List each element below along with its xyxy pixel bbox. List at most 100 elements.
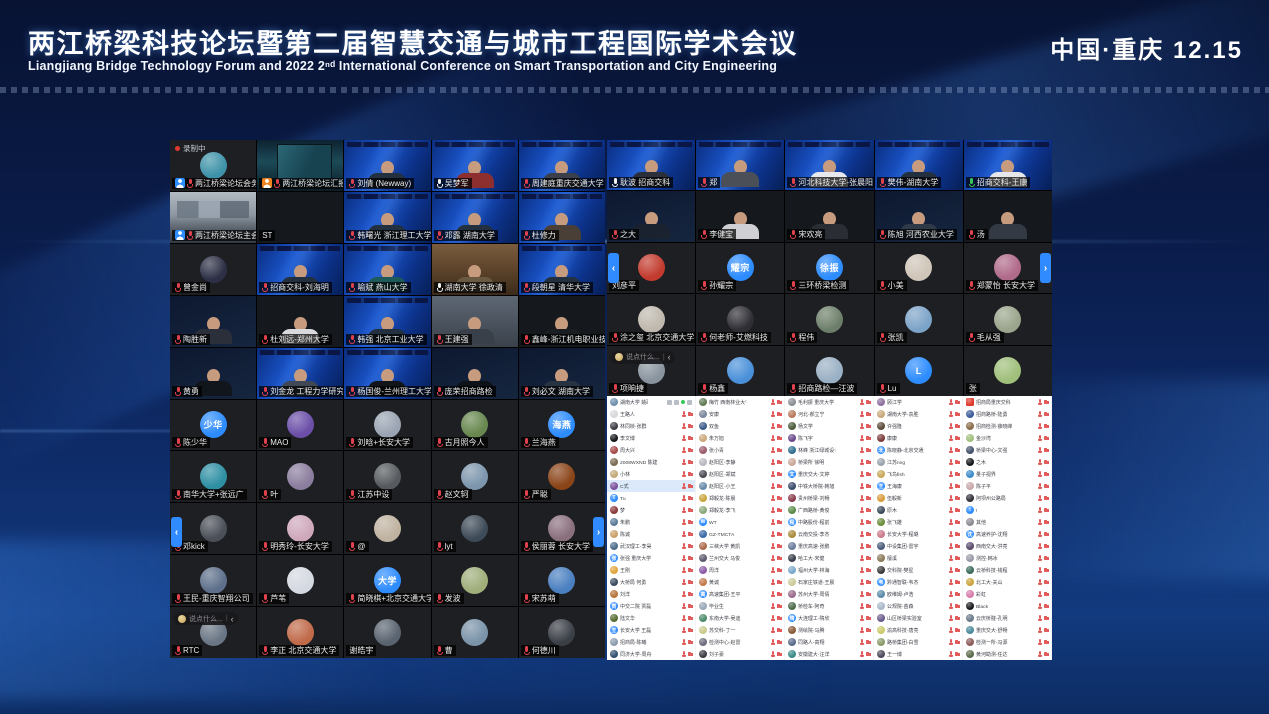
participant-tile[interactable]: 发波 — [432, 555, 518, 606]
collapse-chat-icon[interactable]: ‹ — [668, 352, 671, 362]
participant-tile[interactable]: 喻斌 燕山大学 — [344, 244, 430, 295]
participant-tile[interactable]: 刘彦平 — [607, 243, 695, 293]
participant-list-row[interactable]: 测控-韩冰 — [963, 552, 1051, 564]
participant-list-row[interactable]: 林峰 浙江绿城设计院 — [785, 444, 873, 456]
participant-list-row[interactable]: 周大兴 — [607, 444, 695, 456]
participant-list-row[interactable]: 哈工大-宋健 — [785, 552, 873, 564]
participant-tile[interactable]: 李正 北京交通大学 — [257, 607, 343, 658]
participant-list-row[interactable]: 渝高科技-唐亮 — [874, 624, 962, 636]
participant-list-row[interactable]: 贾中交二院 贾磊 — [607, 600, 695, 612]
participant-tile[interactable]: 段朝星 清华大学 — [519, 244, 605, 295]
participant-tile[interactable]: 程伟 — [785, 294, 873, 344]
participant-tile[interactable]: 何老师-艾燃科技 — [696, 294, 784, 344]
participant-list-row[interactable]: 之木 — [963, 456, 1051, 468]
participant-list-row[interactable]: 湖南大学-袁胜 — [874, 408, 962, 420]
participant-list-row[interactable]: 梦 — [607, 504, 695, 516]
participant-tile[interactable]: 刘倩 (Newway) — [344, 140, 430, 191]
participant-tile[interactable]: MAO — [257, 400, 343, 451]
participant-list-row[interactable]: 韦黔通智联-韦杰 — [874, 576, 962, 588]
participant-list-row[interactable]: 长安大学-程璐 — [874, 528, 962, 540]
participant-tile[interactable]: 赵文轲 — [432, 451, 518, 502]
participant-tile[interactable]: 何德川 — [519, 607, 605, 658]
participant-list-row[interactable]: 刘洋 — [607, 588, 695, 600]
participant-list-row[interactable]: 黄诚 — [696, 576, 784, 588]
participant-tile[interactable]: 严聪 — [519, 451, 605, 502]
participant-tile[interactable]: 郑蒙怡 长安大学 — [964, 243, 1052, 293]
participant-tile[interactable]: 小美 — [875, 243, 963, 293]
participant-tile[interactable]: 江苏中设 — [344, 451, 430, 502]
participant-list-row[interactable]: 顾江学 — [874, 396, 962, 408]
participant-list-row[interactable]: 招商路桥-陆勇 — [963, 408, 1051, 420]
participant-tile[interactable]: LLu — [875, 346, 963, 396]
prev-page-button[interactable]: ‹ — [171, 517, 182, 547]
participant-tile[interactable]: 耀宗孙耀宗 — [696, 243, 784, 293]
participant-list-row[interactable]: 伍毅新 — [874, 492, 962, 504]
participant-tile[interactable]: 王建强 — [432, 296, 518, 347]
participant-tile[interactable]: 黄勇 — [170, 348, 256, 399]
participant-tile[interactable]: 樊伟-湖南大学 — [875, 140, 963, 190]
participant-list-row[interactable]: 云南交投-李杰 — [785, 528, 873, 540]
participant-list-row[interactable]: 张小青 — [696, 444, 784, 456]
participant-list-row[interactable]: 小林 — [607, 468, 695, 480]
participant-list-row[interactable]: 沈高速养护-沈翔 — [963, 528, 1051, 540]
participant-list-row[interactable]: 江苏nng — [874, 456, 962, 468]
participant-tile[interactable]: 河北科技大学-张晨阳 — [785, 140, 873, 190]
participant-list-row[interactable]: 湖南大学 姚政清 — [607, 396, 695, 408]
participant-list-row[interactable]: 李文博 — [607, 432, 695, 444]
participant-list-row[interactable]: 北陈晓静-北京交通大学 — [874, 444, 962, 456]
participant-list-row[interactable]: 西南交大-洪亮 — [963, 540, 1051, 552]
participant-list-row[interactable]: 量子视界 — [963, 468, 1051, 480]
participant-tile[interactable]: 邓露 湖南大学 — [432, 192, 518, 243]
emoji-icon[interactable] — [615, 353, 623, 361]
participant-tile[interactable]: 郑 — [696, 140, 784, 190]
participant-tile[interactable]: 陈旭 河西农业大学 — [875, 191, 963, 241]
participant-list-row[interactable]: 檀溪 — [874, 552, 962, 564]
participant-list-row[interactable]: 许强隆 — [874, 420, 962, 432]
participant-tile[interactable]: 说点什么...|‹RTC — [170, 607, 256, 658]
participant-list-row[interactable]: 重庆交大-舒畅 — [963, 624, 1051, 636]
participant-list-row[interactable]: 其他 — [963, 516, 1051, 528]
participant-list-row[interactable]: 陈飞宇 — [785, 432, 873, 444]
participant-list-row[interactable]: 中设集团-雷宇 — [874, 540, 962, 552]
participant-tile[interactable]: 说点什么...|‹项晌捷 — [607, 346, 695, 396]
participant-list-row[interactable]: 杨文学 — [785, 420, 873, 432]
participant-list-row[interactable]: 程中路股份-程前 — [785, 516, 873, 528]
participant-tile[interactable]: 徐振三环桥梁检测 — [785, 243, 873, 293]
participant-list-row[interactable]: Black — [963, 600, 1051, 612]
participant-list-row[interactable]: 隋大连理工-隋欣 — [785, 612, 873, 624]
participant-list-row[interactable]: 陈诚 — [607, 528, 695, 540]
participant-tile[interactable]: 鑫峰-浙江机电职业技术学院 — [519, 296, 605, 347]
participant-tile[interactable]: 吴梦军 — [432, 140, 518, 191]
participant-list-row[interactable]: 贵州桥梁-刘畅 — [785, 492, 873, 504]
participant-list-row[interactable]: 检测中心-赵雷 — [696, 636, 784, 648]
participant-tile[interactable]: 耿波 招商交科 — [607, 140, 695, 190]
participant-list-row[interactable]: 交科院-樊星 — [874, 564, 962, 576]
participant-list-row[interactable]: 朱万旭 — [696, 432, 784, 444]
participant-list-row[interactable]: 云庆桥隧-孔明 — [963, 612, 1051, 624]
participant-tile[interactable]: 宋欢亮 — [785, 191, 873, 241]
participant-tile[interactable]: 曹 — [432, 607, 518, 658]
participant-tile[interactable]: 曾金尚 — [170, 244, 256, 295]
participant-tile[interactable]: 大学简晓棋+北京交通大学 — [344, 555, 430, 606]
participant-list-row[interactable]: 双鱼 — [696, 420, 784, 432]
participant-tile[interactable]: 庞荣招商路检 — [432, 348, 518, 399]
participant-tile[interactable]: 招商交科-王康 — [964, 140, 1052, 190]
chat-placeholder[interactable]: 说点什么... — [626, 352, 660, 362]
participant-list-row[interactable]: 赵阳区-小王 — [696, 480, 784, 492]
quick-chat-bar[interactable]: 说点什么...|‹ — [174, 612, 238, 625]
participant-list-row[interactable]: 林同棪-张群 — [607, 420, 695, 432]
participant-list-row[interactable]: 王刚 — [607, 564, 695, 576]
participant-tile[interactable]: 杨国俊-兰州理工大学 — [344, 348, 430, 399]
participant-list-row[interactable]: 重庆高速-张鹏 — [785, 540, 873, 552]
participant-list-row[interactable]: 中铁大桥院-韩旭 — [785, 480, 873, 492]
participant-tile[interactable]: 少华陈少华 — [170, 400, 256, 451]
participant-list-row[interactable]: 同济大学-周舟 — [607, 648, 695, 660]
participant-list-row[interactable]: 原木 — [874, 504, 962, 516]
participant-list-row[interactable]: 飞鸟fish — [874, 468, 962, 480]
participant-list-row[interactable]: 福州大学-林海 — [785, 564, 873, 576]
self-row-controls[interactable] — [667, 400, 692, 405]
participant-tile[interactable]: 明秀玲-长安大学 — [257, 503, 343, 554]
participant-tile[interactable]: 杜刘远-郑州大学 — [257, 296, 343, 347]
prev-page-button[interactable]: ‹ — [608, 253, 619, 283]
participant-list-row[interactable]: 公规院-苗森 — [874, 600, 962, 612]
